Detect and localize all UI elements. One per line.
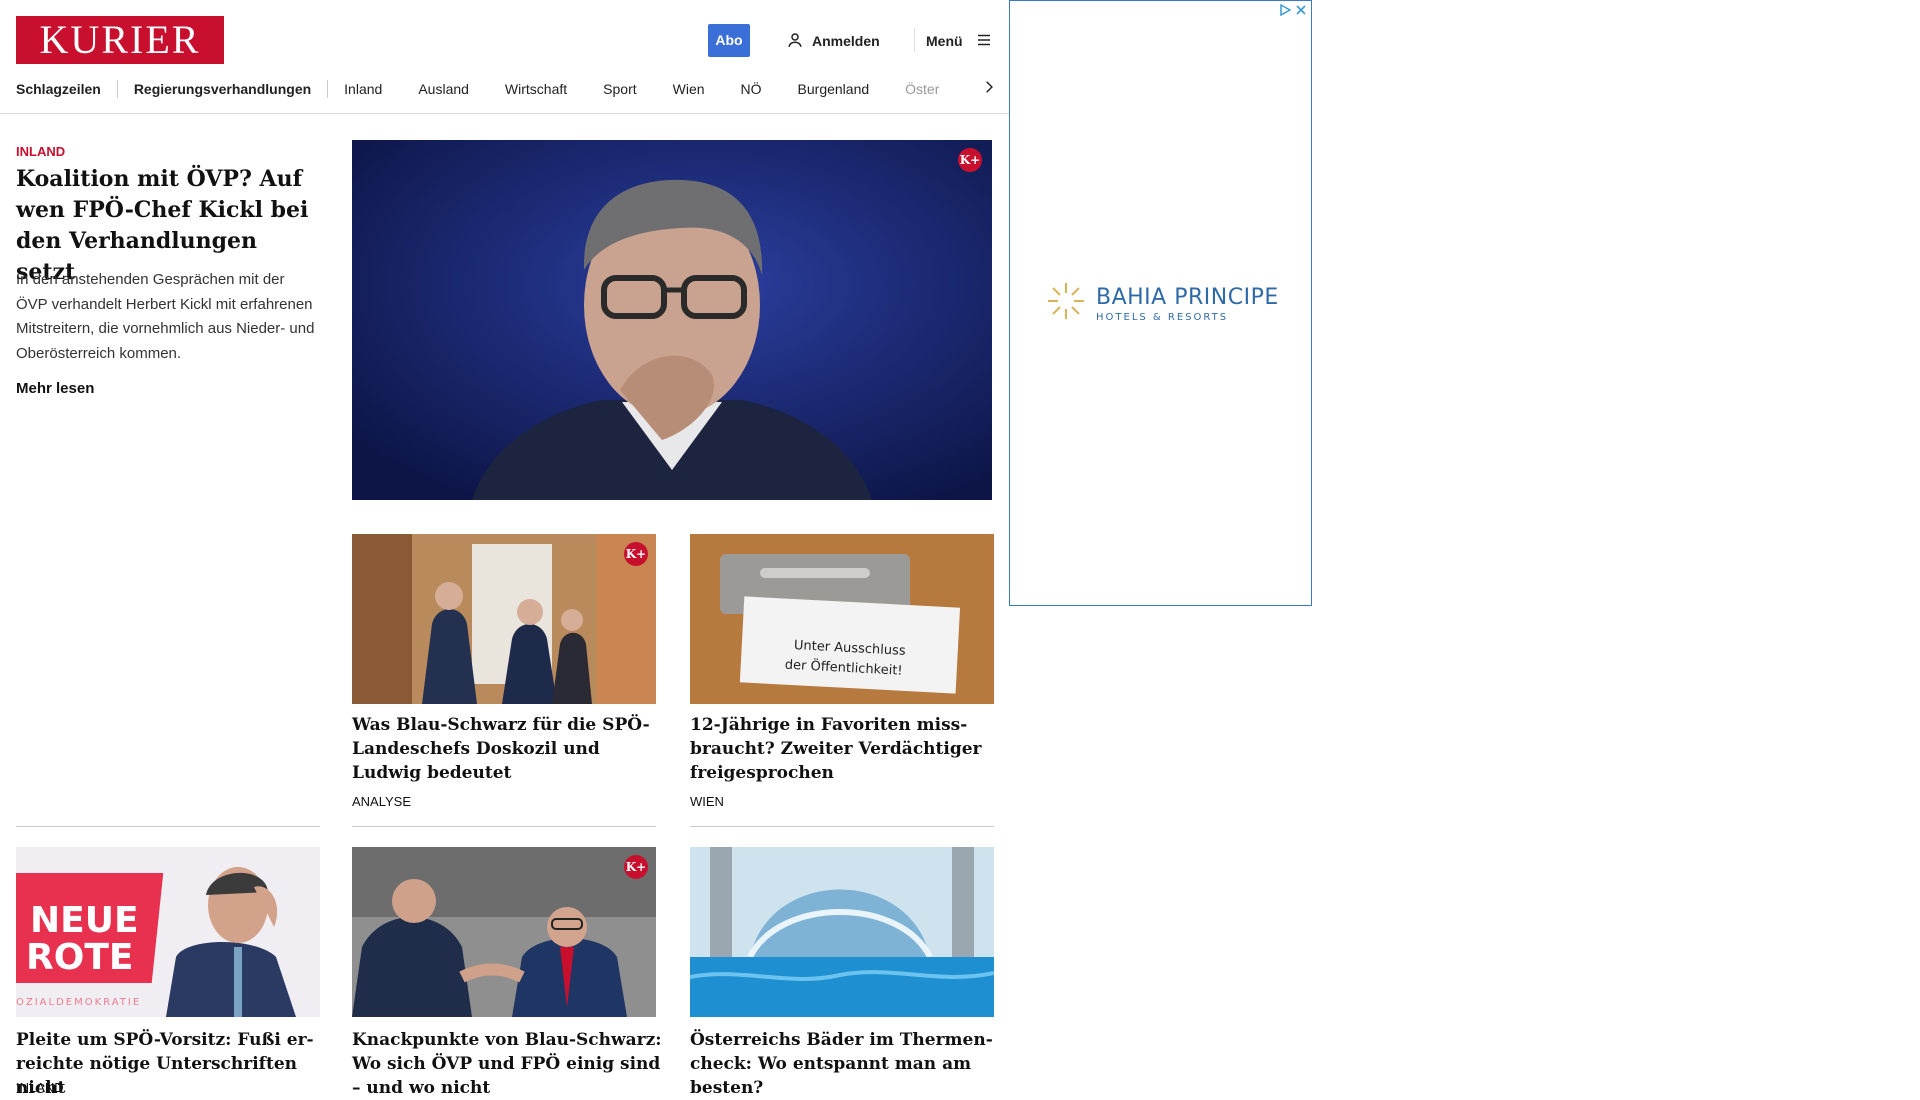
article-photo [690, 847, 994, 1017]
close-icon[interactable] [1295, 3, 1307, 21]
ad-brand-name: BAHIA PRINCIPE [1096, 284, 1279, 310]
row-divider [16, 826, 320, 827]
article-headline[interactable]: Was Blau-Schwarz für die SPÖ-Landeschefs… [352, 713, 662, 785]
article-image[interactable]: K+ [352, 847, 656, 1017]
login-button[interactable]: Anmelden [786, 30, 880, 52]
article-photo: NEUE ROTE OZIALDEMOKRATIE [16, 847, 320, 1017]
menu-label: Menü [926, 33, 963, 49]
nav-item-ausland[interactable]: Ausland [418, 81, 469, 97]
section-nav: Schlagzeilen Regierungsverhandlungen Inl… [16, 78, 994, 100]
article-photo [352, 847, 656, 1017]
nav-separator [327, 80, 329, 98]
nav-item-inland[interactable]: Inland [344, 81, 382, 97]
article-category[interactable]: ANALYSE [352, 794, 411, 809]
lead-category[interactable]: INLAND [16, 144, 65, 159]
ad-controls [1279, 3, 1307, 21]
page: KURIER Abo Anmelden Menü Schlagzeilen Re… [0, 0, 1010, 1098]
nav-item-noe[interactable]: NÖ [741, 81, 762, 97]
kurier-logo[interactable]: KURIER [16, 16, 224, 64]
lead-image[interactable]: K+ [352, 140, 992, 500]
ad-brand-subtitle: HOTELS & RESORTS [1096, 311, 1229, 323]
row-divider [690, 826, 994, 827]
header-bottom-rule [0, 113, 1010, 114]
neue-rote-text-2: ROTE [26, 937, 133, 978]
header-divider [914, 28, 915, 52]
article-image[interactable] [690, 847, 994, 1017]
article-headline[interactable]: Knackpunkte von Blau-Schwarz: Wo sich ÖV… [352, 1028, 662, 1100]
advertisement[interactable]: BAHIA PRINCIPE HOTELS & RESORTS [1009, 0, 1312, 606]
sun-icon [1046, 281, 1086, 326]
nav-separator [116, 80, 118, 98]
row-divider [352, 826, 656, 827]
article-image[interactable]: K+ [352, 534, 656, 704]
article-headline[interactable]: 12-Jährige in Favoriten miss­braucht? Zw… [690, 713, 1000, 785]
user-icon [786, 31, 804, 52]
premium-badge: K+ [624, 542, 648, 566]
adchoices-icon[interactable] [1279, 3, 1292, 21]
neue-rote-text-3: OZIALDEMOKRATIE [16, 997, 141, 1008]
article-category[interactable]: INLAND [16, 1080, 64, 1095]
ad-brand-logo[interactable]: BAHIA PRINCIPE HOTELS & RESORTS [1046, 281, 1279, 326]
nav-item-burgenland[interactable]: Burgenland [798, 81, 870, 97]
nav-item-oesterreich[interactable]: Öster [905, 81, 939, 97]
premium-badge: K+ [624, 855, 648, 879]
neue-rote-text-1: NEUE [30, 900, 139, 941]
article-image[interactable]: Unter Ausschluss der Öffentlichkeit! [690, 534, 994, 704]
nav-item-wirtschaft[interactable]: Wirtschaft [505, 81, 567, 97]
article-photo [352, 534, 656, 704]
ad-text-block: BAHIA PRINCIPE HOTELS & RESORTS [1096, 285, 1279, 323]
lead-photo [352, 140, 992, 500]
lead-teaser: In den anstehenden Gesprächen mit der ÖV… [16, 271, 315, 362]
hamburger-icon [975, 31, 993, 52]
login-label: Anmelden [812, 33, 880, 49]
nav-item-regierungsverhandlungen[interactable]: Regierungsverhandlungen [134, 81, 311, 97]
chevron-right-icon [982, 80, 996, 99]
article-category[interactable]: WIEN [690, 794, 724, 809]
nav-item-schlagzeilen[interactable]: Schlagzeilen [16, 81, 101, 97]
article-photo: Unter Ausschluss der Öffentlichkeit! [690, 534, 994, 704]
nav-scroll-right-button[interactable] [976, 78, 996, 100]
nav-item-wien[interactable]: Wien [673, 81, 705, 97]
article-headline[interactable]: Österreichs Bäder im Thermen­check: Wo e… [690, 1028, 1000, 1100]
menu-button[interactable]: Menü [926, 30, 993, 52]
article-image[interactable]: NEUE ROTE OZIALDEMOKRATIE [16, 847, 320, 1017]
abo-button[interactable]: Abo [708, 24, 750, 57]
nav-item-sport[interactable]: Sport [603, 81, 636, 97]
read-more-link[interactable]: Mehr lesen [16, 380, 94, 397]
premium-badge: K+ [958, 148, 982, 172]
